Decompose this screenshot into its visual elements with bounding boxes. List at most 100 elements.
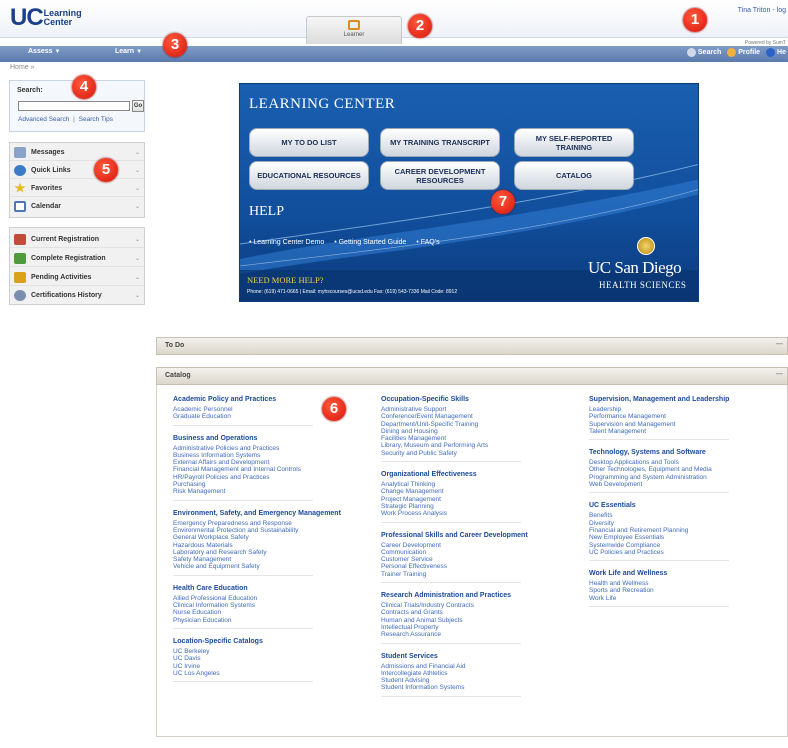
catalog-link[interactable]: Clinical Trials/Industry Contracts <box>381 602 581 609</box>
catalog-link[interactable]: Leadership <box>589 406 788 413</box>
collapse-icon[interactable]: — <box>776 341 783 348</box>
catalog-link[interactable]: Change Management <box>381 488 581 495</box>
catalog-link[interactable]: Research Assurance <box>381 631 581 638</box>
my-training-transcript-button[interactable]: MY TRAINING TRANSCRIPT <box>380 128 500 157</box>
catalog-link[interactable]: Communication <box>381 549 581 556</box>
catalog-link[interactable]: UC Irvine <box>173 663 373 670</box>
catalog-button[interactable]: CATALOG <box>514 161 634 190</box>
catalog-group-heading[interactable]: Occupation-Specific Skills <box>381 395 581 406</box>
catalog-link[interactable]: Safety Management <box>173 556 373 563</box>
catalog-link[interactable]: Admissions and Financial Aid <box>381 663 581 670</box>
catalog-link[interactable]: Financial Management and Internal Contro… <box>173 466 373 473</box>
catalog-link[interactable]: UC Davis <box>173 655 373 662</box>
nav-help[interactable]: He <box>766 48 786 57</box>
catalog-group-heading[interactable]: Health Care Education <box>173 584 373 595</box>
catalog-group-heading[interactable]: Organizational Effectiveness <box>381 470 581 481</box>
catalog-link[interactable]: Allied Professional Education <box>173 595 373 602</box>
collapse-icon[interactable]: — <box>776 371 783 378</box>
catalog-link[interactable]: Student Information Systems <box>381 684 581 691</box>
nav-profile[interactable]: Profile <box>727 48 760 57</box>
user-logout-link[interactable]: Tina Triton - log <box>738 7 786 14</box>
widget-calendar[interactable]: Calendar ⌄ <box>10 198 144 215</box>
catalog-link[interactable]: Career Development <box>381 542 581 549</box>
current-registration[interactable]: Current Registration ⌄ <box>10 231 144 248</box>
catalog-link[interactable]: Student Advising <box>381 677 581 684</box>
catalog-link[interactable]: UC Los Angeles <box>173 670 373 677</box>
user-logout-text[interactable]: Tina Triton - log <box>738 7 786 14</box>
catalog-link[interactable]: Benefits <box>589 512 788 519</box>
catalog-link[interactable]: Diversity <box>589 520 788 527</box>
catalog-link[interactable]: Customer Service <box>381 556 581 563</box>
breadcrumb[interactable]: Home » <box>10 64 35 71</box>
catalog-link[interactable]: Talent Management <box>589 428 788 435</box>
catalog-link[interactable]: Contracts and Grants <box>381 609 581 616</box>
catalog-link[interactable]: Strategic Planning <box>381 503 581 510</box>
catalog-group-heading[interactable]: Technology, Systems and Software <box>589 448 788 459</box>
catalog-link[interactable]: Vehicle and Equipment Safety <box>173 563 373 570</box>
todo-section-header[interactable]: To Do — <box>156 337 788 355</box>
tab-learner[interactable]: Learner <box>306 16 402 44</box>
catalog-link[interactable]: Trainer Training <box>381 571 581 578</box>
catalog-link[interactable]: Health and Wellness <box>589 580 788 587</box>
nav-assess[interactable]: Assess ▼ <box>28 48 60 55</box>
widget-messages[interactable]: Messages ⌄ <box>10 144 144 161</box>
catalog-link[interactable]: Department/Unit-Specific Training <box>381 421 581 428</box>
catalog-link[interactable]: Security and Public Safety <box>381 450 581 457</box>
widget-favorites[interactable]: Favorites ⌄ <box>10 180 144 197</box>
catalog-link[interactable]: UC Berkeley <box>173 648 373 655</box>
catalog-link[interactable]: Facilities Management <box>381 435 581 442</box>
catalog-link[interactable]: Work Process Analysis <box>381 510 581 517</box>
complete-registration[interactable]: Complete Registration ⌄ <box>10 250 144 267</box>
catalog-group-heading[interactable]: UC Essentials <box>589 501 788 512</box>
catalog-group-heading[interactable]: Research Administration and Practices <box>381 591 581 602</box>
search-input[interactable] <box>18 101 130 111</box>
catalog-link[interactable]: Work Life <box>589 595 788 602</box>
catalog-link[interactable]: Hazardous Materials <box>173 542 373 549</box>
catalog-link[interactable]: Clinical Information Systems <box>173 602 373 609</box>
nav-learn[interactable]: Learn ▼ <box>115 48 142 55</box>
catalog-link[interactable]: Physician Education <box>173 617 373 624</box>
catalog-link[interactable]: Intercollegiate Athletics <box>381 670 581 677</box>
pending-activities[interactable]: Pending Activities ⌄ <box>10 269 144 286</box>
catalog-link[interactable]: Administrative Policies and Practices <box>173 445 373 452</box>
faqs-link[interactable]: • FAQ's <box>416 239 439 246</box>
catalog-link[interactable]: Web Development <box>589 481 788 488</box>
educational-resources-button[interactable]: EDUCATIONAL RESOURCES <box>249 161 369 190</box>
catalog-group-heading[interactable]: Environment, Safety, and Emergency Manag… <box>173 509 373 520</box>
catalog-group-heading[interactable]: Professional Skills and Career Developme… <box>381 531 581 542</box>
catalog-link[interactable]: Intellectual Property <box>381 624 581 631</box>
catalog-link[interactable]: Nurse Education <box>173 609 373 616</box>
go-button[interactable]: Go <box>132 100 144 112</box>
catalog-link[interactable]: Laboratory and Research Safety <box>173 549 373 556</box>
catalog-link[interactable]: Dining and Housing <box>381 428 581 435</box>
catalog-link[interactable]: Human and Animal Subjects <box>381 617 581 624</box>
catalog-link[interactable]: UC Policies and Practices <box>589 549 788 556</box>
uc-learning-center-logo[interactable]: UC Learning Center <box>10 6 82 30</box>
catalog-link[interactable]: Programming and System Administration <box>589 474 788 481</box>
catalog-link[interactable]: Library, Museum and Performing Arts <box>381 442 581 449</box>
getting-started-guide-link[interactable]: • Getting Started Guide <box>334 239 406 246</box>
catalog-group-heading[interactable]: Work Life and Wellness <box>589 569 788 580</box>
catalog-link[interactable]: Administrative Support <box>381 406 581 413</box>
catalog-section-header[interactable]: Catalog — <box>156 367 788 385</box>
career-development-resources-button[interactable]: CAREER DEVELOPMENT RESOURCES <box>380 161 500 190</box>
catalog-link[interactable]: Supervision and Management <box>589 421 788 428</box>
catalog-group-heading[interactable]: Student Services <box>381 652 581 663</box>
catalog-link[interactable]: Environmental Protection and Sustainabil… <box>173 527 373 534</box>
catalog-link[interactable]: Financial and Retirement Planning <box>589 527 788 534</box>
catalog-group-heading[interactable]: Location-Specific Catalogs <box>173 637 373 648</box>
learning-center-demo-link[interactable]: • Learning Center Demo <box>249 239 324 246</box>
catalog-link[interactable]: Systemwide Compliance <box>589 542 788 549</box>
search-tips-link[interactable]: Search Tips <box>79 116 113 123</box>
catalog-link[interactable]: Other Technologies, Equipment and Media <box>589 466 788 473</box>
catalog-link[interactable]: Conference/Event Management <box>381 413 581 420</box>
catalog-link[interactable]: Business Information Systems <box>173 452 373 459</box>
certifications-history[interactable]: Certifications History ⌄ <box>10 287 144 304</box>
catalog-link[interactable]: Sports and Recreation <box>589 587 788 594</box>
nav-search[interactable]: Search <box>686 48 721 57</box>
catalog-link[interactable]: Risk Management <box>173 488 373 495</box>
catalog-link[interactable]: Personal Effectiveness <box>381 563 581 570</box>
catalog-group-heading[interactable]: Business and Operations <box>173 434 373 445</box>
catalog-link[interactable]: Analytical Thinking <box>381 481 581 488</box>
catalog-link[interactable]: Desktop Applications and Tools <box>589 459 788 466</box>
